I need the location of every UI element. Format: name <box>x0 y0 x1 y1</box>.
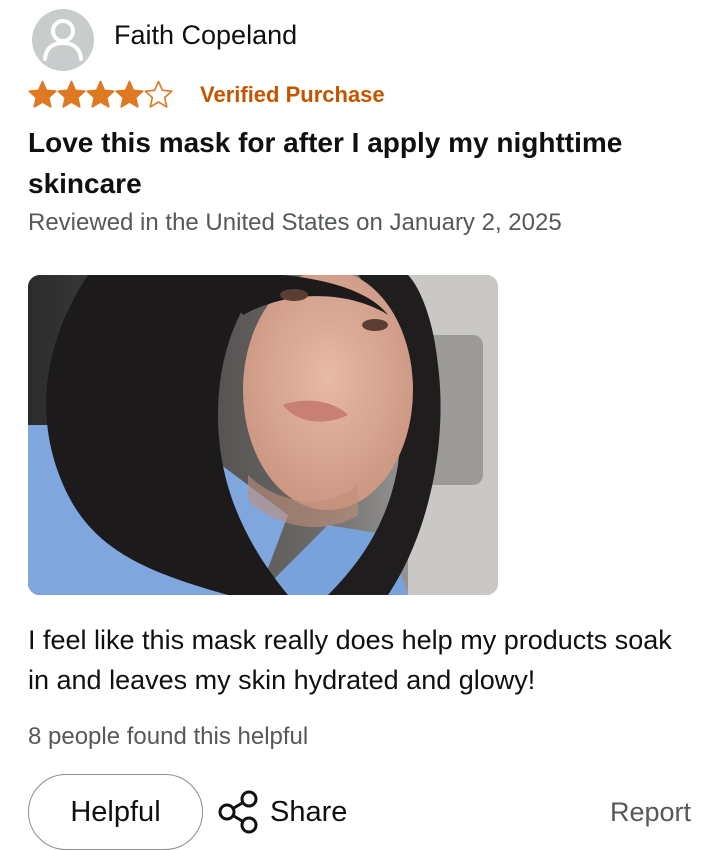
helpful-button[interactable]: Helpful <box>28 774 203 850</box>
review-photo-image <box>28 275 498 595</box>
helpful-count: 8 people found this helpful <box>28 723 309 750</box>
reviewer-name[interactable]: Faith Copeland <box>114 20 297 51</box>
avatar[interactable] <box>32 9 94 71</box>
verified-purchase-badge: Verified Purchase <box>200 82 385 107</box>
report-link[interactable]: Report <box>610 797 691 828</box>
review-body: I feel like this mask really does help m… <box>28 625 672 695</box>
review-title: Love this mask for after I apply my nigh… <box>28 127 623 199</box>
star-filled-icon <box>28 80 57 108</box>
share-icon <box>218 790 258 834</box>
star-filled-icon <box>86 80 115 108</box>
star-empty-icon <box>144 80 173 108</box>
star-filled-icon <box>57 80 86 108</box>
star-filled-icon <box>115 80 144 108</box>
review-photo[interactable] <box>28 275 498 595</box>
review-date: Reviewed in the United States on January… <box>28 209 562 236</box>
user-silhouette-icon <box>43 19 83 61</box>
star-rating <box>28 80 173 110</box>
share-link[interactable]: Share <box>216 790 347 834</box>
share-label: Share <box>270 795 348 828</box>
